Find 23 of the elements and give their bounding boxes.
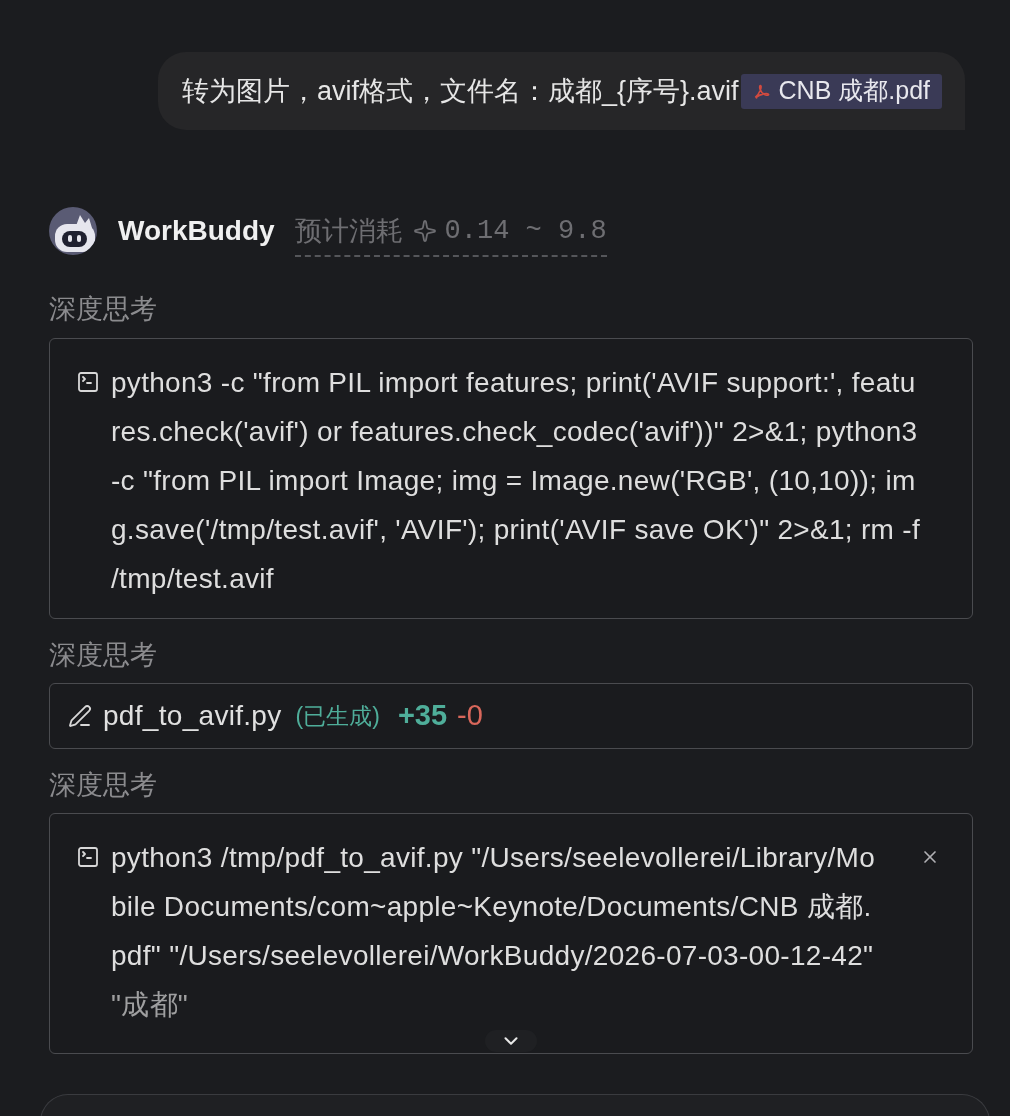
thinking-label: 深度思考 bbox=[49, 293, 157, 326]
file-status: (已生成) bbox=[295, 701, 380, 731]
lines-added: +35 bbox=[397, 698, 448, 734]
assistant-name: WorkBuddy bbox=[118, 214, 275, 248]
file-name: pdf_to_avif.py bbox=[103, 699, 282, 733]
sparkle-icon bbox=[412, 219, 437, 243]
attachment-name: CNB 成都.pdf bbox=[778, 75, 930, 107]
message-text: 转为图片，avif格式，文件名：成都_{序号}.avif bbox=[181, 75, 739, 108]
file-card[interactable]: pdf_to_avif.py (已生成) +35 -0 bbox=[49, 683, 973, 749]
expand-button[interactable] bbox=[485, 1030, 537, 1052]
bot-avatar-icon bbox=[49, 207, 97, 255]
pencil-icon bbox=[68, 704, 92, 728]
lines-removed: -0 bbox=[457, 698, 483, 734]
command-text: python3 /tmp/pdf_to_avif.py "/Users/seelevollerei/Library/Mobile Documents/com~apple~Keynote/Documents/CNB 成都.pdf" "/Users/seelevollerei/WorkBuddy/2026-07-03-00-12-42" "成都" bbox=[111, 841, 877, 1022]
attachment-chip[interactable]: CNB 成都.pdf bbox=[740, 73, 942, 109]
terminal-icon bbox=[76, 845, 100, 869]
pdf-icon bbox=[752, 82, 771, 100]
thinking-label: 深度思考 bbox=[49, 639, 157, 672]
cost-label: 预计消耗 bbox=[294, 215, 403, 248]
command-text: python3 -c "from PIL import features; print('AVIF support:', features.check('avif') or features.check_codec('avif'))" 2>&1; python3 -c "from PIL import Image; img = Image.new('RGB', (10,10)); img.save('/tmp/test.avif', 'AVIF'); print('AVIF save OK')" 2>&1; rm -f /tmp/test.avif bbox=[111, 366, 922, 596]
terminal-icon bbox=[76, 370, 100, 394]
cost-range: 0.14 ~ 9.8 bbox=[444, 215, 607, 248]
thinking-label: 深度思考 bbox=[49, 769, 157, 802]
